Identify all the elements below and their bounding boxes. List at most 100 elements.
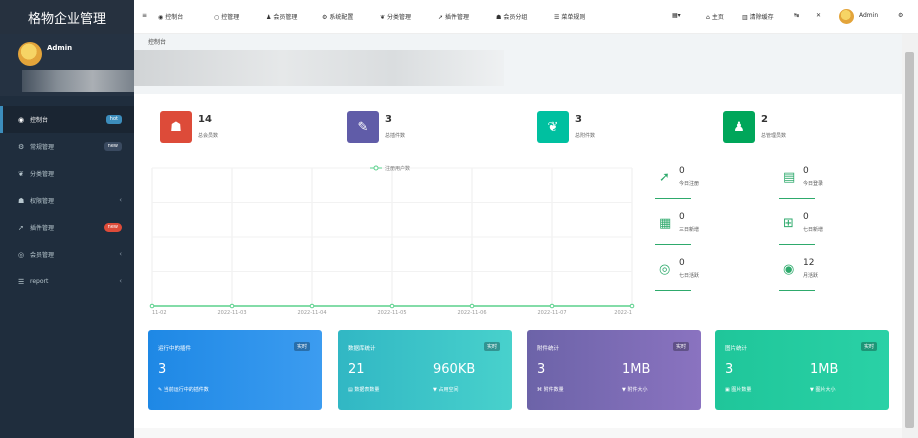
x-tick-label: 2022-1	[614, 310, 632, 316]
data-point	[549, 303, 555, 309]
new-badge: new	[103, 223, 122, 232]
mini-stat-month-active: ◉ 12 月活跃	[779, 258, 875, 302]
card-value-2: 960KB	[433, 362, 476, 377]
user-icon: ♟	[266, 14, 272, 21]
mini-stat-value: 12	[803, 258, 815, 268]
tab-member-group[interactable]: ☗ 会员分组	[496, 12, 527, 21]
x-tick-label: 11-02	[152, 310, 167, 316]
card-sublabel-2: ▼ 附件大小	[622, 387, 648, 393]
tab-addon[interactable]: ➚ 插件管理	[438, 12, 469, 21]
settings-icon[interactable]: ⚙	[898, 12, 903, 19]
mini-stat-three-day: ▦ 0 三日新增	[655, 212, 751, 256]
mini-stat-label: 月活跃	[803, 273, 819, 279]
user-name: Admin	[47, 44, 73, 52]
x-tick-label: 2022-11-06	[457, 310, 486, 316]
stat-value: 2	[761, 114, 768, 125]
divider	[779, 244, 815, 245]
leaf-icon: ❦	[380, 14, 386, 21]
admin-menu[interactable]: Admin	[859, 12, 878, 19]
sidebar-item-general[interactable]: ⚙ 常规管理 new	[0, 133, 134, 160]
card-sublabel-2: ▼ 占用空间	[433, 387, 459, 393]
magic-icon: ✎	[347, 111, 379, 143]
sidebar-item-auth[interactable]: ☗ 权限管理 ‹	[0, 187, 134, 214]
mini-stat-label: 七日新增	[803, 227, 824, 233]
divider	[655, 198, 691, 199]
sidebar-item-dashboard[interactable]: ◉ 控制台 hot	[0, 106, 134, 133]
new-badge: new	[103, 142, 122, 151]
mini-stat-value: 0	[679, 166, 685, 176]
card-value: 3	[158, 362, 167, 377]
data-point	[149, 303, 155, 309]
nav-home[interactable]: ⌂ 主页	[706, 12, 724, 21]
data-point	[469, 303, 475, 309]
tab-menu-rule[interactable]: ☰ 菜单规则	[554, 12, 585, 21]
id-card-icon: ▤	[783, 170, 796, 185]
card-title: 运行中的插件	[158, 346, 192, 352]
mini-stat-label: 今日登录	[803, 181, 824, 187]
sidebar-item-category[interactable]: ❦ 分类管理	[0, 160, 134, 187]
calendar-icon: ▦	[659, 216, 672, 231]
breadcrumb: 控制台	[134, 34, 902, 94]
horizontal-scrollbar[interactable]	[134, 428, 902, 438]
blurred-breadcrumb-area	[134, 50, 504, 86]
top-navbar: ≡ ◉ 控制台 ○ 控管理 ♟ 会员管理 ⚙ 系统配置 ❦ 分类管理 ➚ 插件管理 ☗ 会员分…	[134, 0, 918, 34]
cogs-icon: ⚙	[18, 142, 25, 151]
x-tick-label: 2022-11-05	[377, 310, 406, 316]
clear-cache-button[interactable]: ▥ 清除缓存	[742, 12, 774, 21]
tab-config[interactable]: ⚙ 系统配置	[322, 12, 353, 21]
grid-menu-icon[interactable]: ▦▾	[672, 12, 681, 19]
list-icon: ☰	[18, 277, 25, 286]
menu-toggle-icon[interactable]: ≡	[142, 12, 147, 19]
paperclip-icon: ⌘	[537, 387, 544, 393]
stat-label: 总附件数	[575, 133, 596, 139]
sidebar-item-report[interactable]: ☰ report ‹	[0, 268, 134, 295]
divider	[655, 290, 691, 291]
home-icon: ⌂	[706, 14, 710, 21]
members-icon: ☗	[160, 111, 192, 143]
card-title: 图片统计	[725, 346, 748, 352]
x-tick-label: 2022-11-04	[297, 310, 326, 316]
sidebar-item-label: 插件管理	[30, 225, 55, 232]
vertical-scrollbar[interactable]	[902, 34, 918, 438]
realtime-badge: 实时	[672, 342, 689, 351]
trash-icon: ▥	[742, 14, 748, 21]
realtime-badge: 实时	[860, 342, 877, 351]
rocket-icon: ➚	[438, 14, 444, 21]
translate-icon[interactable]: ↹	[794, 12, 799, 19]
tab-dashboard[interactable]: ◉ 控制台	[158, 12, 183, 21]
app-logo[interactable]: 格物企业管理	[0, 0, 134, 34]
data-point	[389, 303, 395, 309]
data-point	[229, 303, 235, 309]
page-title: 控制台	[148, 39, 167, 46]
sidebar-item-label: 控制台	[30, 117, 49, 124]
card-sublabel: ⌘ 附件数量	[537, 387, 564, 393]
avatar[interactable]	[839, 9, 854, 24]
card-running-addons: 运行中的插件 实时 3 ✎ 当前运行中的插件数	[148, 330, 322, 410]
sidebar-item-user[interactable]: ◎ 会员管理 ‹	[0, 241, 134, 268]
sidebar-item-label: report	[30, 278, 49, 285]
card-sublabel: ✎ 当前运行中的插件数	[158, 387, 209, 393]
card-attachments: 附件统计 实时 3 1MB ⌘ 附件数量 ▼ 附件大小	[527, 330, 701, 410]
scrollbar-thumb[interactable]	[905, 52, 914, 428]
data-point	[629, 303, 635, 309]
legend-marker	[373, 165, 379, 171]
sidebar-item-addon[interactable]: ➚ 插件管理 new	[0, 214, 134, 241]
tab-member[interactable]: ♟ 会员管理	[266, 12, 297, 21]
data-point	[309, 303, 315, 309]
tab-category[interactable]: ❦ 分类管理	[380, 12, 411, 21]
stat-label: 总管理员数	[761, 133, 787, 139]
realtime-badge: 实时	[483, 342, 500, 351]
mini-stat-today-login: ▤ 0 今日登录	[779, 166, 875, 210]
fullscreen-icon[interactable]: ✕	[816, 12, 821, 19]
card-value: 21	[348, 362, 365, 377]
blurred-user-info	[22, 70, 140, 92]
tab-admin[interactable]: ○ 控管理	[214, 12, 239, 21]
sidebar-menu: ◉ 控制台 hot ⚙ 常规管理 new ❦ 分类管理 ☗ 权限管理 ‹ ➚ 插…	[0, 106, 134, 295]
card-title: 附件统计	[537, 346, 560, 352]
card-images: 图片统计 实时 3 1MB ▣ 图片数量 ▼ 图片大小	[715, 330, 889, 410]
card-value-2: 1MB	[810, 362, 839, 377]
avatar[interactable]	[18, 42, 42, 66]
hot-badge: hot	[105, 115, 122, 124]
realtime-badge: 实时	[293, 342, 310, 351]
app-title: 格物企业管理	[27, 11, 106, 27]
